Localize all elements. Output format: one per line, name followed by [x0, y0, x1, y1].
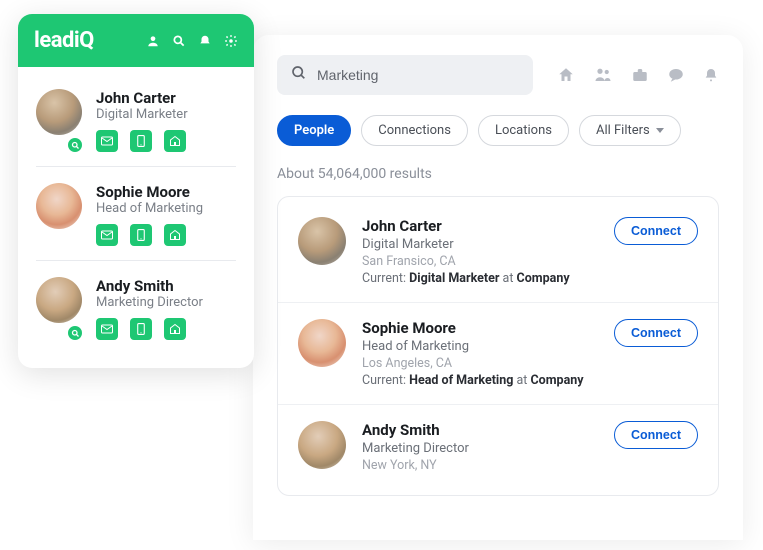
result-location: New York, NY — [362, 458, 598, 473]
widget-name[interactable]: John Carter — [96, 89, 236, 107]
widget-item: Andy Smith Marketing Director — [36, 261, 236, 354]
email-icon[interactable] — [96, 318, 118, 340]
avatar[interactable] — [298, 319, 346, 367]
widget-avatar[interactable] — [36, 277, 82, 340]
phone-icon[interactable] — [130, 224, 152, 246]
avatar[interactable] — [298, 421, 346, 469]
email-icon[interactable] — [96, 130, 118, 152]
widget-info: John Carter Digital Marketer — [96, 89, 236, 152]
result-item: Andy Smith Marketing Director New York, … — [278, 405, 718, 491]
search-icon — [291, 65, 307, 85]
search-input[interactable] — [277, 55, 533, 95]
widget-avatar[interactable] — [36, 89, 82, 152]
result-item: Sophie Moore Head of Marketing Los Angel… — [278, 303, 718, 405]
avatar[interactable] — [298, 217, 346, 265]
search-results-panel: People Connections Locations All Filters… — [253, 35, 743, 540]
connect-button[interactable]: Connect — [614, 319, 698, 347]
widget-item: Sophie Moore Head of Marketing — [36, 167, 236, 261]
widget-action-icons — [96, 130, 236, 152]
bell-icon[interactable] — [198, 34, 212, 48]
verified-badge-icon — [66, 136, 84, 154]
result-location: San Fransico, CA — [362, 254, 598, 269]
results-list: John Carter Digital Marketer San Fransic… — [277, 196, 719, 496]
chevron-down-icon — [656, 128, 664, 133]
briefcase-icon[interactable] — [631, 66, 649, 84]
result-name[interactable]: John Carter — [362, 217, 598, 235]
result-title: Marketing Director — [362, 441, 598, 456]
filter-all[interactable]: All Filters — [579, 115, 681, 146]
phone-icon[interactable] — [130, 318, 152, 340]
widget-header-icons — [146, 34, 238, 48]
result-info: Sophie Moore Head of Marketing Los Angel… — [362, 319, 598, 388]
person-icon[interactable] — [146, 34, 160, 48]
result-title: Digital Marketer — [362, 237, 598, 252]
filter-locations[interactable]: Locations — [478, 115, 569, 146]
widget-action-icons — [96, 224, 236, 246]
result-name[interactable]: Andy Smith — [362, 421, 598, 439]
results-count: About 54,064,000 results — [277, 166, 719, 182]
building-icon[interactable] — [164, 130, 186, 152]
result-info: John Carter Digital Marketer San Fransic… — [362, 217, 598, 286]
connect-button[interactable]: Connect — [614, 421, 698, 449]
result-name[interactable]: Sophie Moore — [362, 319, 598, 337]
filter-row: People Connections Locations All Filters — [277, 115, 719, 146]
phone-icon[interactable] — [130, 130, 152, 152]
widget-name[interactable]: Sophie Moore — [96, 183, 236, 201]
email-icon[interactable] — [96, 224, 118, 246]
bell-icon[interactable] — [703, 66, 719, 84]
people-icon[interactable] — [593, 66, 613, 84]
chat-icon[interactable] — [667, 66, 685, 84]
result-current: Current: Head of Marketing at Company — [362, 373, 598, 388]
result-current: Current: Digital Marketer at Company — [362, 271, 598, 286]
home-icon[interactable] — [557, 66, 575, 84]
filter-connections[interactable]: Connections — [361, 115, 468, 146]
widget-avatar[interactable] — [36, 183, 82, 246]
widget-info: Andy Smith Marketing Director — [96, 277, 236, 340]
widget-item: John Carter Digital Marketer — [36, 73, 236, 167]
widget-list: John Carter Digital Marketer — [18, 67, 254, 368]
building-icon[interactable] — [164, 318, 186, 340]
nav-icons — [557, 66, 719, 84]
verified-badge-icon — [66, 324, 84, 342]
main-header — [277, 55, 719, 95]
gear-icon[interactable] — [224, 34, 238, 48]
result-info: Andy Smith Marketing Director New York, … — [362, 421, 598, 475]
result-location: Los Angeles, CA — [362, 356, 598, 371]
filter-people[interactable]: People — [277, 115, 351, 146]
widget-header: leadiQ — [18, 14, 254, 67]
search-icon[interactable] — [172, 34, 186, 48]
widget-title: Marketing Director — [96, 295, 236, 310]
widget-action-icons — [96, 318, 236, 340]
widget-title: Digital Marketer — [96, 107, 236, 122]
result-item: John Carter Digital Marketer San Fransic… — [278, 201, 718, 303]
leadiq-logo: leadiQ — [34, 28, 94, 53]
leadiq-widget: leadiQ Jo — [18, 14, 254, 368]
connect-button[interactable]: Connect — [614, 217, 698, 245]
widget-info: Sophie Moore Head of Marketing — [96, 183, 236, 246]
widget-title: Head of Marketing — [96, 201, 236, 216]
search-field[interactable] — [317, 67, 519, 83]
widget-name[interactable]: Andy Smith — [96, 277, 236, 295]
result-title: Head of Marketing — [362, 339, 598, 354]
building-icon[interactable] — [164, 224, 186, 246]
